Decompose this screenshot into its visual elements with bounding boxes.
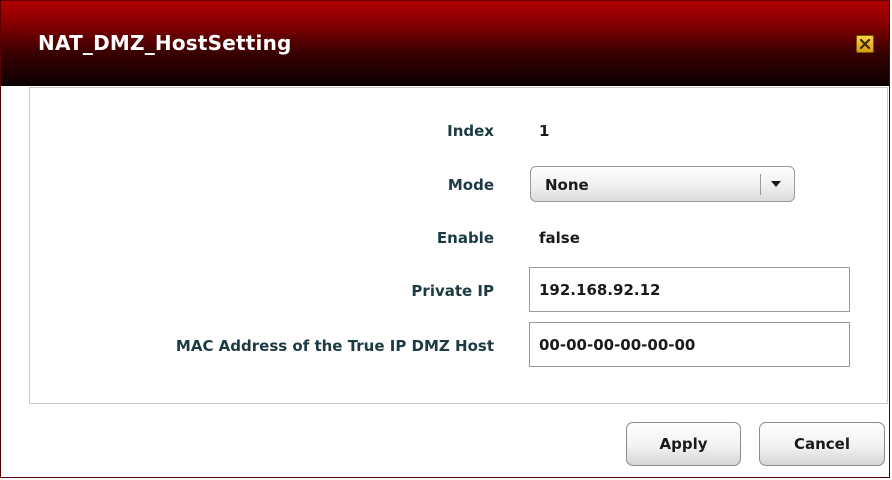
- index-label: Index: [447, 122, 494, 140]
- mac-address-label: MAC Address of the True IP DMZ Host: [175, 337, 494, 355]
- cancel-button[interactable]: Cancel: [759, 422, 885, 466]
- private-ip-label: Private IP: [411, 282, 494, 300]
- select-divider: [760, 174, 761, 195]
- mode-selected-value: None: [545, 176, 589, 194]
- mac-address-input[interactable]: [529, 322, 850, 367]
- mode-label: Mode: [447, 176, 494, 194]
- dialog-title: NAT_DMZ_HostSetting: [38, 31, 292, 55]
- dialog-titlebar[interactable]: NAT_DMZ_HostSetting: [1, 1, 889, 86]
- dmz-host-setting-dialog: NAT_DMZ_HostSetting Index 1 Mode None En…: [0, 0, 890, 478]
- chevron-down-icon: [771, 181, 781, 187]
- index-value: 1: [539, 122, 550, 140]
- private-ip-input[interactable]: [529, 267, 850, 312]
- close-icon: [859, 38, 871, 50]
- apply-button[interactable]: Apply: [626, 422, 741, 466]
- close-button[interactable]: [856, 35, 874, 53]
- enable-value: false: [539, 229, 580, 247]
- enable-label: Enable: [436, 229, 494, 247]
- mode-select[interactable]: None: [530, 166, 795, 202]
